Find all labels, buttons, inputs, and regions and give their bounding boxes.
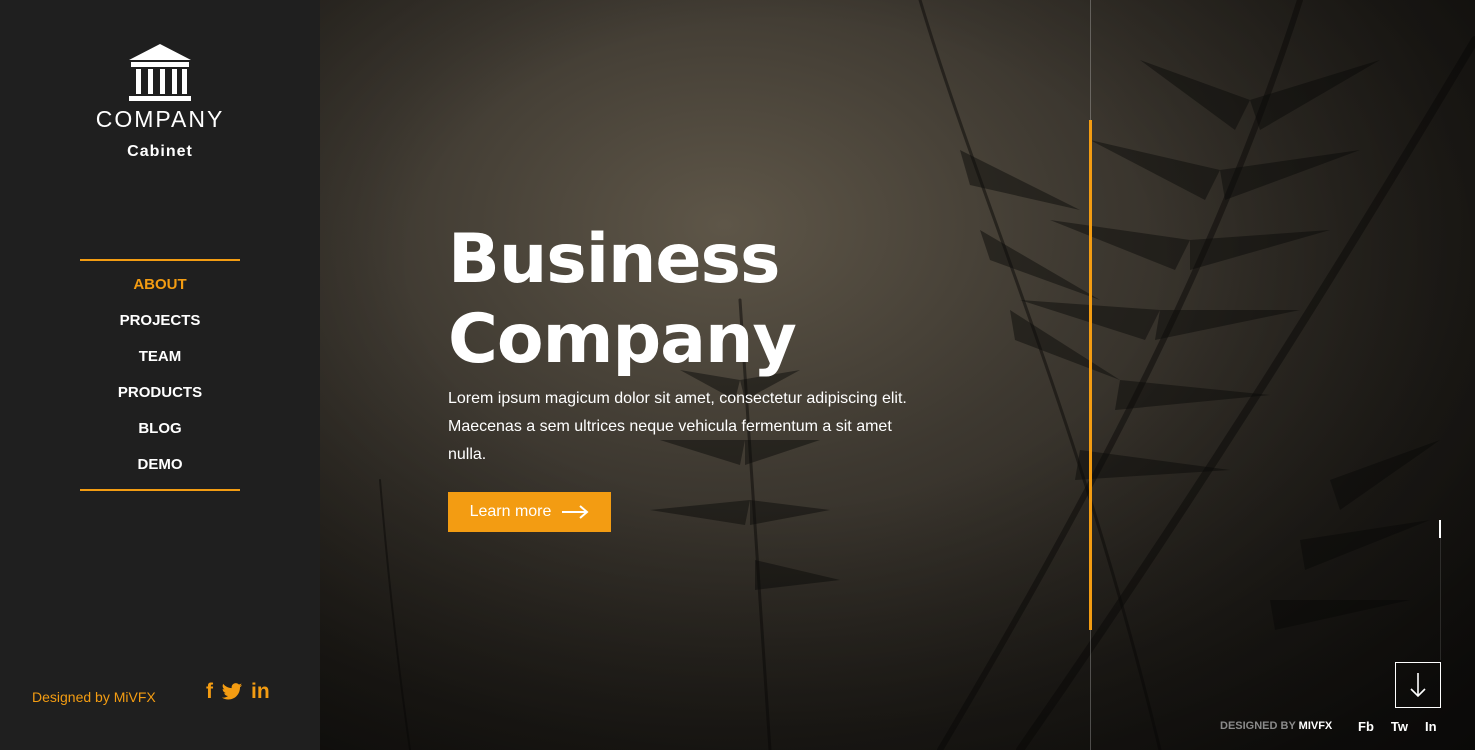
hero-title: Business Company [448,220,797,380]
arrow-right-icon [562,505,589,519]
brand-subtitle: Cabinet [127,143,193,160]
learn-more-label: Learn more [469,503,552,520]
scroll-progress-thumb [1439,520,1441,538]
sidebar: COMPANY Cabinet ABOUT PROJECTS TEAM PROD… [0,0,320,750]
nav-item-products[interactable]: PRODUCTS [80,379,240,415]
designed-by-credit[interactable]: Designed by MiVFX [32,689,156,705]
nav-divider-bottom [80,489,240,491]
footer-link-in[interactable]: In [1425,719,1437,734]
nav-item-about[interactable]: ABOUT [80,271,240,307]
scroll-down-button[interactable] [1395,662,1441,708]
footer-designed-prefix: DESIGNED BY [1220,720,1299,732]
nav-item-demo[interactable]: DEMO [80,451,240,487]
hero-description: Lorem ipsum magicum dolor sit amet, cons… [448,390,907,463]
hero-section: Business Company Lorem ipsum magicum dol… [320,0,1475,750]
hero-title-line1: Business [448,220,781,299]
bank-building-icon[interactable] [127,42,193,102]
main-nav: ABOUT PROJECTS TEAM PRODUCTS BLOG DEMO [80,271,240,487]
footer-designed-by[interactable]: DESIGNED BY MIVFX [1220,720,1332,732]
facebook-icon[interactable]: f [206,680,213,704]
nav-item-blog[interactable]: BLOG [80,415,240,451]
accent-vertical-bar [1089,120,1092,630]
learn-more-button[interactable]: Learn more [448,492,611,532]
nav-item-projects[interactable]: PROJECTS [80,307,240,343]
footer-link-tw[interactable]: Tw [1391,719,1408,734]
footer-social-links: Fb Tw In [1358,719,1437,734]
twitter-icon[interactable] [221,682,243,702]
linkedin-icon[interactable]: in [251,680,270,704]
nav-divider-top [80,259,240,261]
hero-title-line2: Company [448,300,797,379]
social-links: f in [206,680,270,704]
footer-designed-brand: MIVFX [1298,720,1333,732]
nav-item-team[interactable]: TEAM [80,343,240,379]
arrow-down-icon [1410,673,1426,698]
brand-name[interactable]: COMPANY [0,106,320,133]
scroll-progress-track [1440,520,1441,660]
footer-link-fb[interactable]: Fb [1358,719,1374,734]
